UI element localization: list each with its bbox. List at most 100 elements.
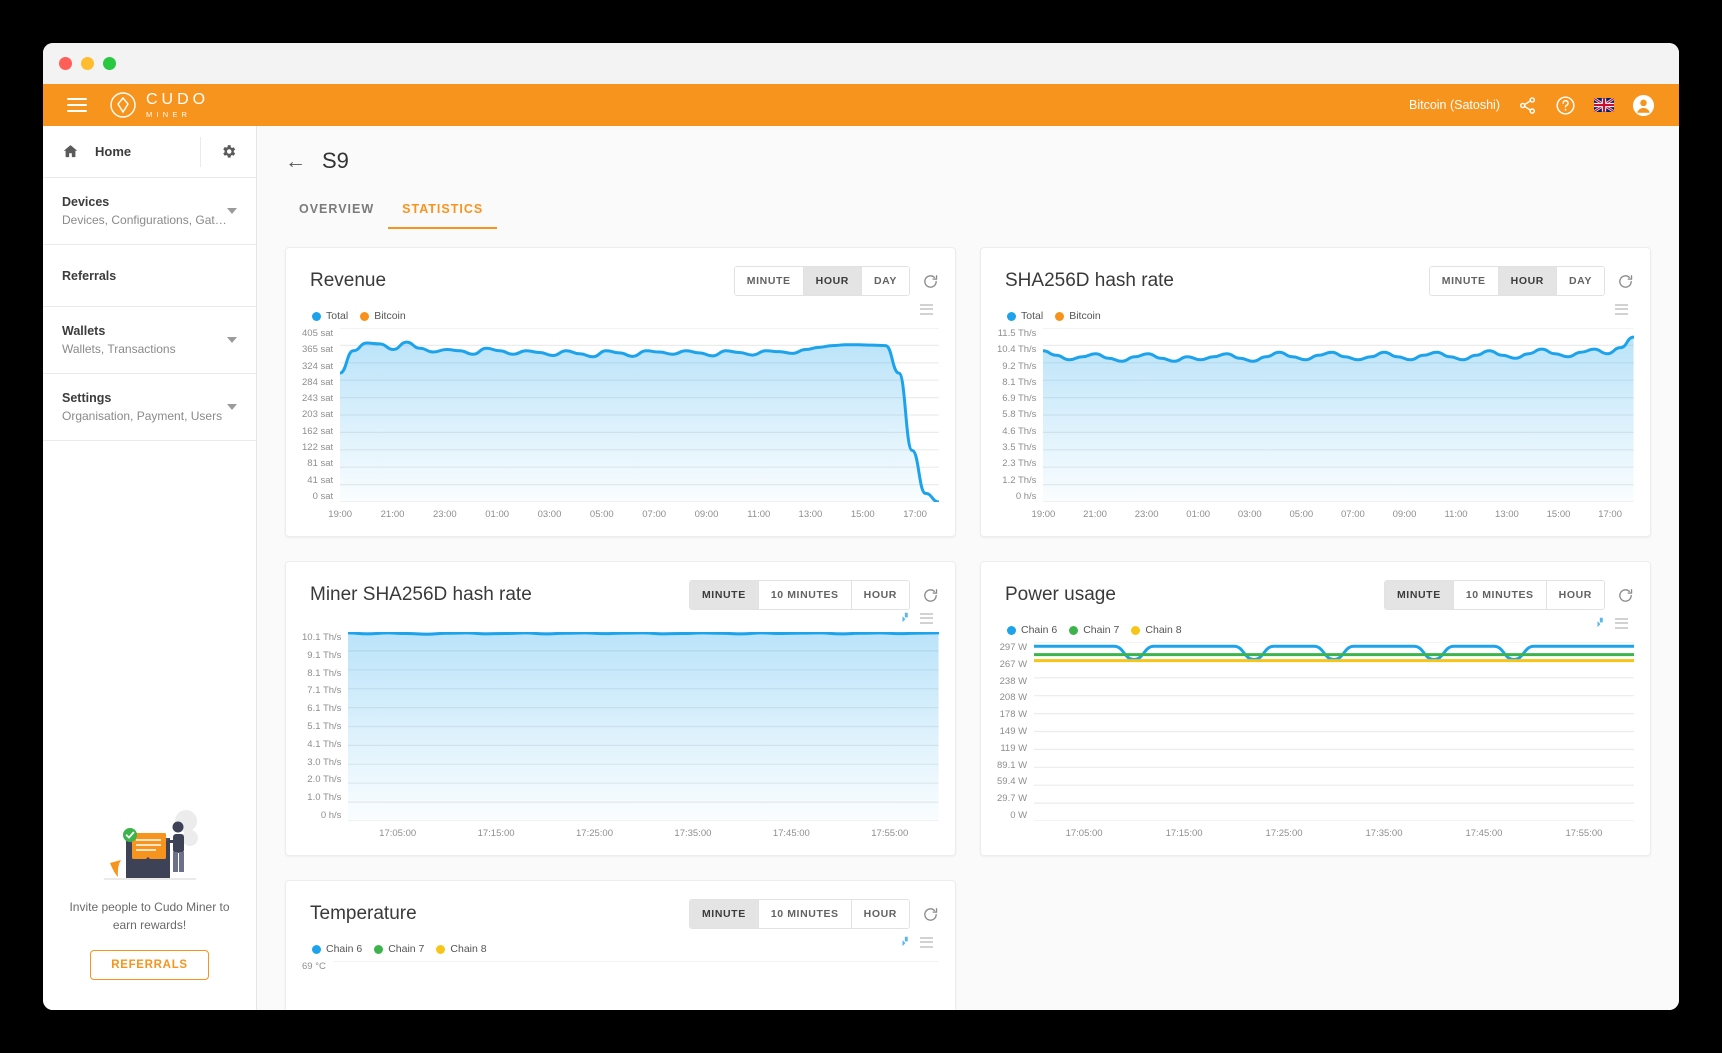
refresh-icon[interactable]: [922, 273, 939, 290]
x-tick-label: 13:00: [1495, 509, 1519, 520]
plot: 19:00 21:00 23:00 01:00 03:00 05:00 07:00 09:00…: [328, 328, 939, 524]
y-tick-label: 29.7 W: [997, 793, 1028, 805]
sidebar-item-subtitle: Devices, Configurations, Gat…: [62, 213, 227, 227]
app-body: Home Devices Devices, Configurations, Ga…: [43, 126, 1679, 1010]
x-tick-label: 17:55:00: [1565, 828, 1603, 839]
plot-area-power-usage: [1034, 642, 1634, 821]
plot: 17:05:00 17:15:00 17:25:00 17:35:00 17:45:00…: [348, 632, 939, 843]
pan-icon[interactable]: [899, 935, 913, 949]
sidebar-home-label: Home: [95, 144, 132, 159]
legend-item[interactable]: Chain 7: [374, 943, 424, 955]
x-tick-label: 03:00: [1237, 509, 1262, 520]
refresh-icon[interactable]: [1617, 587, 1634, 604]
chart-menu-icon[interactable]: [920, 934, 933, 950]
legend-row: Total Bitcoin: [997, 296, 1634, 322]
pan-icon[interactable]: [1594, 616, 1608, 630]
pan-icon[interactable]: [899, 611, 913, 625]
refresh-icon[interactable]: [1617, 273, 1634, 290]
card-header: Temperature MINUTE 10 MINUTES HOUR: [302, 899, 939, 929]
range-hour[interactable]: HOUR: [850, 581, 909, 609]
chevron-down-icon[interactable]: [227, 208, 237, 214]
brand-subtitle: MINER: [146, 109, 192, 119]
plot: 19:00 21:00 23:00 01:00 03:00 05:00 07:00 09:00…: [1032, 328, 1634, 524]
range-day[interactable]: DAY: [1555, 267, 1604, 295]
chart-legend: [302, 611, 312, 625]
refresh-icon[interactable]: [922, 587, 939, 604]
x-axis-miner-sha256d: 17:05:00 17:15:00 17:25:00 17:35:00 17:45:00…: [348, 821, 939, 843]
range-hour[interactable]: HOUR: [1497, 267, 1556, 295]
plot-wrapper: 10.1 Th/s 9.1 Th/s 8.1 Th/s 7.1 Th/s 6.1 Th/…: [302, 626, 939, 843]
sidebar-item-devices[interactable]: Devices Devices, Configurations, Gat…: [43, 178, 256, 245]
share-icon[interactable]: [1518, 96, 1537, 115]
x-tick-label: 17:05:00: [1065, 828, 1103, 839]
currency-selector[interactable]: Bitcoin (Satoshi): [1409, 98, 1500, 112]
range-minute[interactable]: MINUTE: [689, 900, 758, 928]
legend-item[interactable]: Total: [312, 310, 348, 322]
chart-svg: [333, 961, 939, 1010]
legend-swatch: [312, 311, 321, 321]
uk-flag-icon[interactable]: [1594, 98, 1614, 112]
help-icon[interactable]: [1555, 95, 1576, 116]
legend-item[interactable]: Total: [1007, 310, 1043, 322]
chart-menu-icon[interactable]: [920, 301, 933, 317]
y-tick-label: 0 sat: [312, 490, 334, 502]
range-minute[interactable]: MINUTE: [1384, 581, 1453, 609]
range-10-minutes[interactable]: 10 MINUTES: [757, 581, 851, 609]
chevron-down-icon[interactable]: [227, 337, 237, 343]
account-icon[interactable]: [1632, 94, 1655, 117]
legend-item[interactable]: Bitcoin: [1055, 310, 1101, 322]
legend-label: Chain 7: [1083, 624, 1120, 636]
chart-title: Revenue: [310, 270, 387, 291]
referrals-button[interactable]: REFERRALS: [90, 950, 209, 980]
chart-card-revenue: Revenue MINUTE HOUR DAY Total Bitcoin 40…: [285, 247, 956, 537]
chart-controls: MINUTE HOUR DAY: [733, 266, 939, 296]
legend-swatch: [374, 944, 384, 954]
window-minimize-button[interactable]: [81, 57, 94, 70]
x-tick-label: 17:45:00: [772, 828, 810, 839]
legend-item[interactable]: Chain 7: [1069, 624, 1119, 636]
chart-menu-icon[interactable]: [1615, 301, 1628, 317]
hamburger-icon[interactable]: [67, 94, 87, 116]
tab-statistics[interactable]: STATISTICS: [388, 194, 498, 229]
legend-item[interactable]: Chain 6: [1007, 624, 1057, 636]
sidebar-item-home[interactable]: Home: [43, 143, 200, 160]
range-10-minutes[interactable]: 10 MINUTES: [757, 900, 851, 928]
range-minute[interactable]: MINUTE: [1429, 267, 1498, 295]
range-hour[interactable]: HOUR: [1545, 581, 1604, 609]
plot-area-sha256d: [1043, 328, 1634, 502]
gear-icon[interactable]: [200, 136, 256, 167]
chart-menu-icon[interactable]: [1615, 615, 1628, 631]
range-10-minutes[interactable]: 10 MINUTES: [1452, 581, 1546, 609]
sidebar-item-wallets[interactable]: Wallets Wallets, Transactions: [43, 307, 256, 374]
tab-overview[interactable]: OVERVIEW: [285, 194, 388, 229]
chart-legend: Chain 6 Chain 7 Chain 8: [997, 610, 1182, 636]
range-hour[interactable]: HOUR: [850, 900, 909, 928]
legend-item[interactable]: Chain 8: [1131, 624, 1182, 636]
sidebar-item-settings[interactable]: Settings Organisation, Payment, Users: [43, 374, 256, 441]
range-minute[interactable]: MINUTE: [689, 581, 758, 609]
legend-swatch: [1131, 625, 1141, 635]
chart-tools: [920, 301, 939, 317]
sidebar-item-referrals[interactable]: Referrals: [43, 245, 256, 307]
legend-item[interactable]: Chain 8: [436, 943, 487, 955]
window-maximize-button[interactable]: [103, 57, 116, 70]
window-close-button[interactable]: [59, 57, 72, 70]
x-tick-label: 05:00: [1289, 509, 1314, 520]
y-tick-label: 9.2 Th/s: [1002, 360, 1037, 372]
x-tick-label: 21:00: [380, 509, 405, 520]
chevron-down-icon[interactable]: [227, 404, 237, 410]
range-minute[interactable]: MINUTE: [734, 267, 803, 295]
legend-item[interactable]: Bitcoin: [360, 310, 406, 322]
chart-menu-icon[interactable]: [920, 610, 933, 626]
refresh-icon[interactable]: [922, 906, 939, 923]
legend-item[interactable]: Chain 6: [312, 943, 362, 955]
legend-label: Chain 8: [1145, 624, 1182, 636]
breadcrumb: ← S9: [285, 148, 1649, 174]
range-hour[interactable]: HOUR: [802, 267, 861, 295]
range-day[interactable]: DAY: [860, 267, 909, 295]
back-arrow-icon[interactable]: ←: [285, 151, 306, 172]
chart-area-fill: [340, 342, 939, 502]
legend-swatch: [1055, 311, 1065, 321]
y-tick-label: 10.4 Th/s: [997, 344, 1037, 356]
plot-area-miner-sha256d: [348, 632, 939, 821]
